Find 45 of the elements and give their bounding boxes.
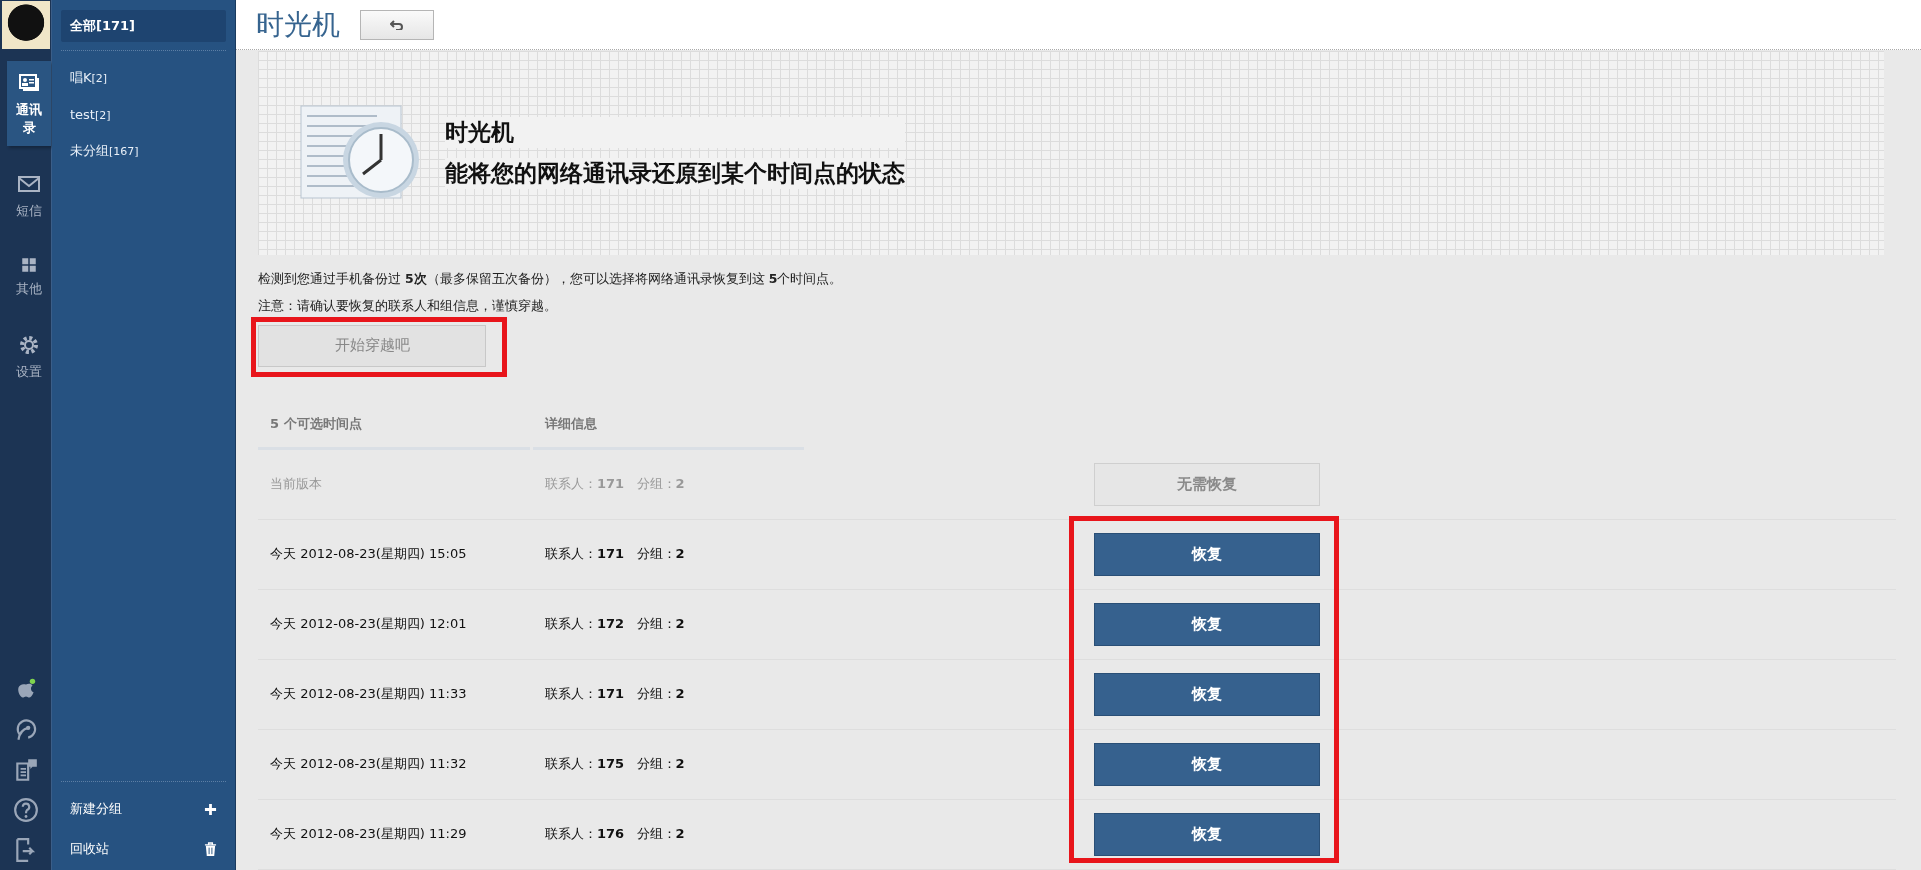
details-cell-text: 联系人：175 分组：2 [544, 755, 686, 774]
details-cell-text: 联系人：171 分组：2 [544, 545, 686, 564]
help-icon[interactable] [12, 797, 39, 823]
group-action-link[interactable]: 回收站 [70, 840, 109, 858]
nav-label: 通讯录 [15, 101, 43, 137]
nav-label: 其他 [15, 279, 43, 298]
group-item[interactable]: 全部[171] [61, 10, 226, 42]
restore-button[interactable]: 恢复 [1094, 533, 1320, 576]
group-item[interactable]: test[2] [61, 97, 226, 132]
details-cell-text: 联系人：171 分组：2 [544, 475, 686, 494]
details-cell-text: 联系人：176 分组：2 [544, 825, 686, 844]
banner-title: 时光机 [445, 117, 905, 149]
page-title: 时光机 [256, 6, 340, 43]
trash-icon[interactable] [204, 841, 217, 857]
nav-tab[interactable]: 其他 [7, 245, 51, 308]
column-header: 5 个可选时间点 [258, 402, 530, 450]
backup-info-text: 检测到您通过手机备份过 5次（最多保留五次备份），您可以选择将网络通讯录恢复到这 5个时间点。 [258, 271, 844, 288]
restore-button[interactable]: 恢复 [1094, 743, 1320, 786]
time-cell-text: 今天 2012-08-23(星期四) 12:01 [269, 615, 468, 634]
restore-button[interactable]: 恢复 [1094, 673, 1320, 716]
restore-button[interactable]: 恢复 [1094, 813, 1320, 856]
time-cell-text: 今天 2012-08-23(星期四) 15:05 [269, 545, 468, 564]
details-cell-text: 联系人：171 分组：2 [544, 685, 686, 704]
notice-text: 注意：请确认要恢复的联系人和组信息，谨慎穿越。 [258, 298, 558, 315]
details-cell-text: 联系人：172 分组：2 [544, 615, 686, 634]
time-cell-text: 今天 2012-08-23(星期四) 11:29 [269, 825, 468, 844]
group-item[interactable]: 未分组[167] [61, 132, 226, 170]
undo-arrow-icon [390, 19, 404, 30]
group-item[interactable]: 唱K[2] [61, 59, 226, 97]
time-cell-text: 当前版本 [269, 475, 323, 494]
nav-label: 短信 [15, 202, 43, 220]
nav-tab[interactable]: 设置 [7, 323, 51, 391]
banner-subtitle: 能将您的网络通讯录还原到某个时间点的状态 [445, 158, 905, 190]
nav-label: 设置 [15, 363, 43, 381]
time-cell-text: 今天 2012-08-23(星期四) 11:33 [269, 685, 468, 704]
nav-tab[interactable]: 通讯录 [7, 61, 51, 147]
group-action-link[interactable]: 新建分组 [70, 800, 122, 818]
avatar-icon[interactable] [1, 1, 50, 49]
nav-tab[interactable]: 短信 [7, 162, 51, 230]
plus-icon[interactable] [204, 802, 217, 816]
restore-button[interactable]: 恢复 [1094, 603, 1320, 646]
time-cell-text: 今天 2012-08-23(星期四) 11:32 [269, 755, 468, 774]
back-button[interactable] [360, 9, 434, 40]
grid-icon [20, 255, 38, 274]
column-header: 详细信息 [533, 402, 804, 450]
